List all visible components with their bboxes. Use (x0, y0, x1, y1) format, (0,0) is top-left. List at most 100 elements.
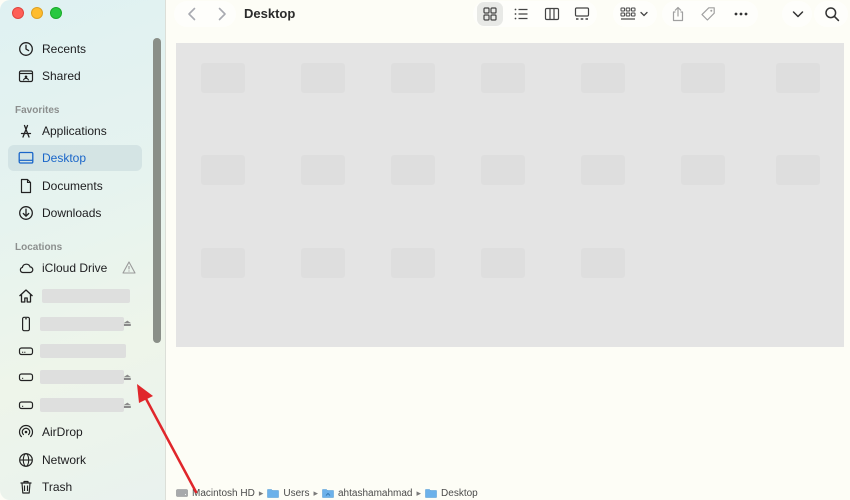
icon-view-button[interactable] (477, 2, 503, 26)
minimize-window-button[interactable] (31, 7, 43, 19)
group-button[interactable] (618, 5, 650, 23)
search-button[interactable] (823, 5, 840, 22)
drive-icon (16, 368, 36, 386)
zoom-window-button[interactable] (50, 7, 62, 19)
redacted-file-item[interactable] (776, 155, 820, 185)
chevron-down-icon (639, 11, 648, 17)
redacted-file-item[interactable] (391, 155, 435, 185)
folder-icon (425, 489, 437, 498)
eject-icon[interactable]: ⏏ (123, 318, 132, 329)
redacted-file-item[interactable] (301, 248, 345, 278)
share-icon (672, 6, 684, 22)
toolbar-overflow-button[interactable] (790, 6, 806, 22)
trash-icon (16, 478, 36, 496)
sidebar-item-documents[interactable]: Documents (8, 173, 142, 199)
sidebar-item-applications[interactable]: Applications (8, 118, 142, 144)
redacted-file-item[interactable] (391, 63, 435, 93)
breadcrumb-item[interactable]: Users (267, 488, 309, 499)
chevron-down-icon (792, 11, 804, 18)
sidebar-item-recents[interactable]: Recents (8, 36, 142, 62)
list-view-button[interactable] (508, 2, 534, 26)
back-button[interactable] (184, 6, 200, 22)
more-actions-button[interactable] (731, 5, 751, 23)
sidebar-item-shared[interactable]: Shared (8, 63, 142, 89)
eject-icon[interactable]: ⏏ (123, 372, 132, 383)
sidebar-item-downloads[interactable]: Downloads (8, 200, 142, 226)
sidebar-item-label: Recents (42, 42, 87, 56)
redacted-file-item[interactable] (301, 155, 345, 185)
applications-icon (16, 122, 36, 140)
redacted-file-item[interactable] (681, 63, 725, 93)
sidebar-scrollbar[interactable] (153, 38, 161, 343)
redacted-file-item[interactable] (481, 155, 525, 185)
sidebar-item-drive[interactable] (8, 392, 142, 418)
redacted-file-item[interactable] (681, 155, 725, 185)
share-button[interactable] (669, 5, 687, 23)
sidebar-item-drive[interactable] (8, 364, 142, 390)
sidebar-section-locations: Locations (15, 242, 63, 253)
sidebar-item-airdrop[interactable]: AirDrop (8, 419, 142, 445)
forward-button[interactable] (214, 6, 230, 22)
redacted-file-item[interactable] (481, 63, 525, 93)
redacted-file-item[interactable] (581, 63, 625, 93)
window-title: Desktop (244, 6, 296, 21)
file-browser-area[interactable] (176, 43, 844, 347)
sidebar-item-label: Trash (42, 480, 73, 494)
column-view-icon (544, 7, 560, 21)
iphone-icon (16, 315, 36, 333)
toolbar: Desktop (166, 0, 850, 30)
warning-icon[interactable] (122, 261, 136, 274)
home-folder-icon (322, 489, 334, 498)
search-icon (824, 6, 839, 21)
redacted-label (40, 370, 124, 384)
sidebar-item-label: Desktop (42, 151, 87, 165)
tag-button[interactable] (699, 5, 717, 23)
redacted-file-item[interactable] (581, 155, 625, 185)
sidebar-item-icloud-drive[interactable]: iCloud Drive (8, 255, 142, 281)
sidebar-item-drive[interactable] (8, 338, 142, 364)
redacted-label (40, 398, 124, 412)
sidebar-item-label: Applications (42, 124, 107, 138)
redacted-file-item[interactable] (201, 248, 245, 278)
redacted-label (42, 289, 130, 303)
redacted-file-item[interactable] (581, 248, 625, 278)
sidebar-item-label: AirDrop (42, 425, 83, 439)
redacted-file-item[interactable] (481, 248, 525, 278)
sidebar-section-favorites: Favorites (15, 105, 60, 116)
document-icon (16, 177, 36, 195)
sidebar-item-label: Downloads (42, 206, 102, 220)
sidebar-item-network[interactable]: Network (8, 447, 142, 473)
column-view-button[interactable] (539, 2, 565, 26)
gallery-view-icon (574, 7, 590, 20)
breadcrumb-item[interactable]: Desktop (425, 488, 478, 499)
download-icon (16, 204, 36, 222)
redacted-file-item[interactable] (776, 63, 820, 93)
sidebar-item-label: Documents (42, 179, 103, 193)
view-mode-control (473, 1, 597, 27)
list-view-icon (514, 8, 528, 20)
sidebar-item-iphone[interactable] (8, 311, 142, 337)
redacted-file-item[interactable] (391, 248, 435, 278)
sidebar-item-label: Shared (42, 69, 81, 83)
sidebar-item-home[interactable] (8, 283, 142, 309)
redacted-label (40, 344, 126, 358)
gallery-view-button[interactable] (569, 2, 595, 26)
close-window-button[interactable] (12, 7, 24, 19)
sidebar-item-trash[interactable]: Trash (8, 474, 142, 500)
redacted-file-item[interactable] (301, 63, 345, 93)
eject-icon[interactable]: ⏏ (123, 400, 132, 411)
finder-window: Recents Shared Favorites Applications De… (0, 0, 850, 500)
sidebar-item-label: iCloud Drive (42, 261, 108, 275)
window-controls (12, 7, 62, 19)
desktop-icon (16, 149, 36, 167)
redacted-file-item[interactable] (201, 63, 245, 93)
clock-icon (16, 40, 36, 58)
sidebar-item-desktop[interactable]: Desktop (8, 145, 142, 171)
home-icon (16, 287, 36, 305)
drive-icon (16, 342, 36, 360)
redacted-label (40, 317, 124, 331)
breadcrumb-separator: ▸ (416, 487, 422, 498)
breadcrumb-item[interactable]: Macintosh HD (176, 488, 255, 499)
redacted-file-item[interactable] (201, 155, 245, 185)
breadcrumb-item[interactable]: ahtashamahmad (322, 488, 413, 499)
